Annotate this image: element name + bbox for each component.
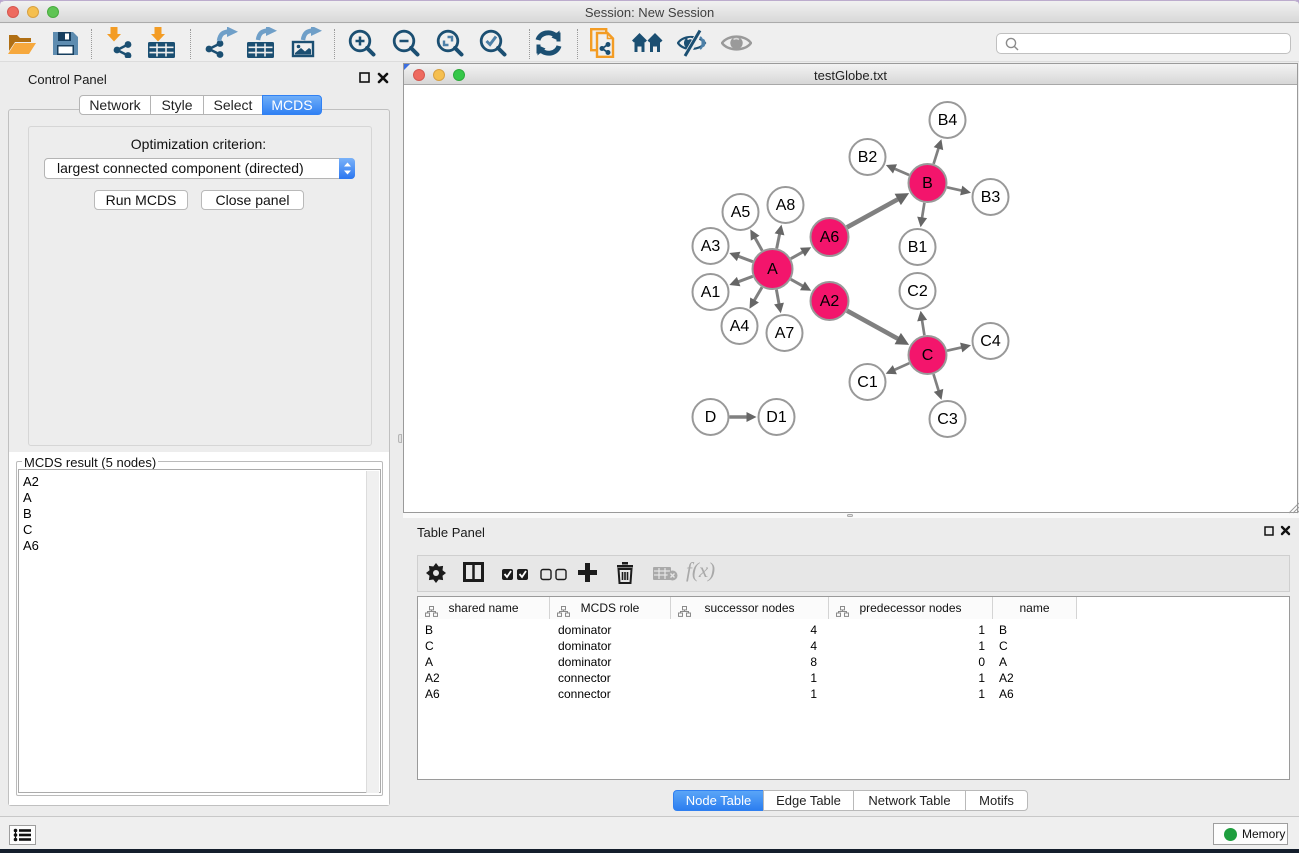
svg-text:C1: C1 (857, 374, 878, 391)
svg-text:A1: A1 (701, 284, 721, 301)
svg-text:A4: A4 (730, 318, 750, 335)
svg-text:B1: B1 (908, 239, 928, 256)
svg-text:D: D (705, 409, 717, 426)
svg-text:A3: A3 (701, 238, 721, 255)
svg-text:A7: A7 (775, 325, 795, 342)
svg-text:C2: C2 (907, 283, 928, 300)
svg-text:B3: B3 (981, 189, 1001, 206)
svg-text:A: A (767, 261, 778, 278)
svg-text:A6: A6 (820, 229, 840, 246)
svg-text:C: C (922, 347, 934, 364)
svg-text:B: B (922, 175, 933, 192)
svg-text:A8: A8 (776, 197, 796, 214)
svg-text:B2: B2 (858, 149, 878, 166)
svg-text:D1: D1 (766, 409, 787, 426)
svg-text:A2: A2 (820, 293, 840, 310)
svg-text:C3: C3 (937, 411, 958, 428)
svg-text:B4: B4 (938, 112, 958, 129)
svg-text:C4: C4 (980, 333, 1001, 350)
svg-text:A5: A5 (731, 204, 751, 221)
